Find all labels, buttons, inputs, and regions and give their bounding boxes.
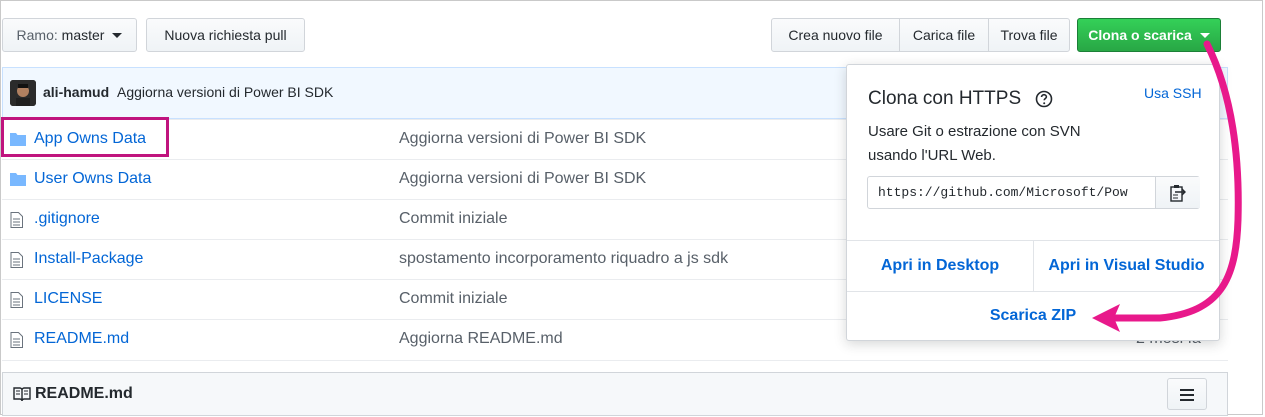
annotation-arrow bbox=[1092, 40, 1242, 332]
